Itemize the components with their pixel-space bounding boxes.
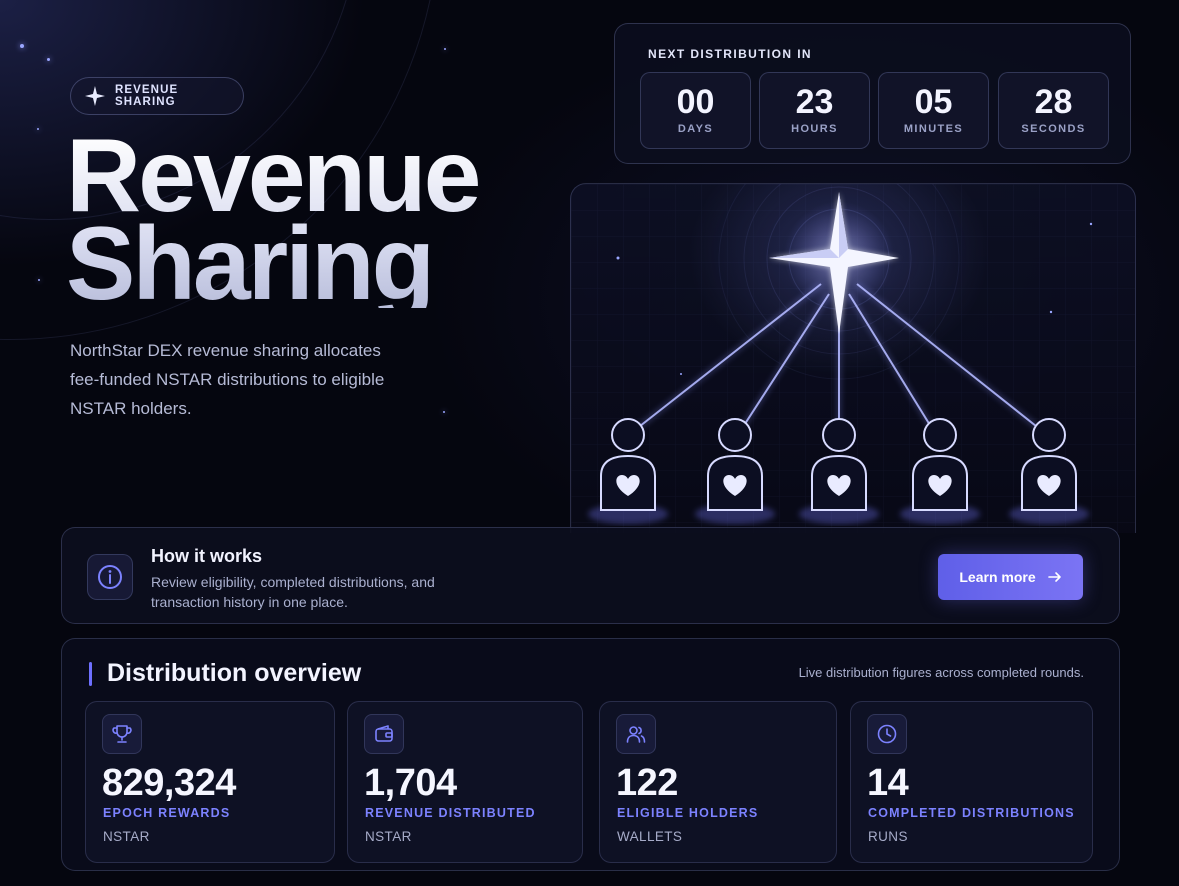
star-sparkle (37, 128, 39, 130)
stat-label: COMPLETED DISTRIBUTIONS (868, 806, 1075, 820)
stat-value: 122 (616, 762, 678, 804)
distribution-countdown: NEXT DISTRIBUTION IN 00 DAYS 23 HOURS 05… (614, 23, 1131, 164)
section-badge: REVENUE SHARING (70, 77, 244, 115)
star-sparkle (20, 44, 24, 48)
stat-label: REVENUE DISTRIBUTED (365, 806, 536, 820)
countdown-value: 23 (795, 83, 834, 121)
countdown-unit: DAYS (677, 123, 714, 135)
star-sparkle (38, 279, 40, 281)
overview-subtitle: Live distribution figures across complet… (798, 665, 1084, 680)
countdown-label: NEXT DISTRIBUTION IN (648, 47, 813, 61)
how-it-works-description: Review eligibility, completed distributi… (151, 574, 435, 610)
info-icon (87, 554, 133, 600)
countdown-days: 00 DAYS (640, 72, 751, 149)
four-point-star-icon (85, 86, 105, 106)
overview-title: Distribution overview (107, 659, 362, 687)
stat-card-eligible-holders: 122 ELIGIBLE HOLDERS WALLETS (599, 701, 837, 863)
countdown-value: 28 (1034, 83, 1073, 121)
stat-unit: WALLETS (617, 829, 683, 844)
stat-card-revenue-distributed: 1,704 REVENUE DISTRIBUTED NSTAR (347, 701, 583, 863)
stat-unit: NSTAR (103, 829, 150, 844)
page: REVENUE SHARING Revenue Sharing NorthSta… (0, 0, 1179, 886)
badge-label: REVENUE SHARING (114, 84, 179, 108)
star-sparkle (444, 48, 446, 50)
hero-description: NorthStar DEX revenue sharing allocates … (70, 341, 385, 418)
countdown-unit: SECONDS (1021, 123, 1086, 135)
stat-value: 14 (867, 762, 909, 804)
stat-card-epoch-rewards: 829,324 EPOCH REWARDS NSTAR (85, 701, 335, 863)
distribution-illustration (570, 183, 1136, 533)
section-accent-bar (89, 662, 92, 686)
wallet-icon (364, 714, 404, 754)
users-icon (616, 714, 656, 754)
star-sparkle (47, 58, 50, 61)
countdown-minutes: 05 MINUTES (878, 72, 989, 149)
stat-label: ELIGIBLE HOLDERS (617, 806, 759, 820)
stat-card-completed-distributions: 14 COMPLETED DISTRIBUTIONS RUNS (850, 701, 1093, 863)
how-it-works-card: How it works Review eligibility, complet… (61, 527, 1120, 624)
stat-unit: RUNS (868, 829, 908, 844)
countdown-seconds: 28 SECONDS (998, 72, 1109, 149)
stat-value: 1,704 (364, 762, 457, 804)
stat-value: 829,324 (102, 762, 236, 804)
learn-more-label: Learn more (959, 569, 1036, 585)
stat-unit: NSTAR (365, 829, 412, 844)
learn-more-button[interactable]: Learn more (938, 554, 1083, 600)
page-title: Revenue Sharing (66, 132, 479, 308)
countdown-value: 00 (676, 83, 715, 121)
northstar-distribution-graphic (571, 184, 1135, 533)
countdown-unit: HOURS (791, 123, 838, 135)
countdown-unit: MINUTES (903, 123, 964, 135)
star-sparkle (443, 411, 445, 413)
arrow-right-icon (1047, 572, 1061, 582)
clock-icon (867, 714, 907, 754)
page-title-line2: Sharing (66, 206, 433, 322)
how-it-works-title: How it works (151, 546, 263, 566)
stat-label: EPOCH REWARDS (103, 806, 231, 820)
countdown-hours: 23 HOURS (759, 72, 870, 149)
distribution-overview: Distribution overview Live distribution … (61, 638, 1120, 871)
trophy-icon (102, 714, 142, 754)
countdown-value: 05 (914, 83, 953, 121)
